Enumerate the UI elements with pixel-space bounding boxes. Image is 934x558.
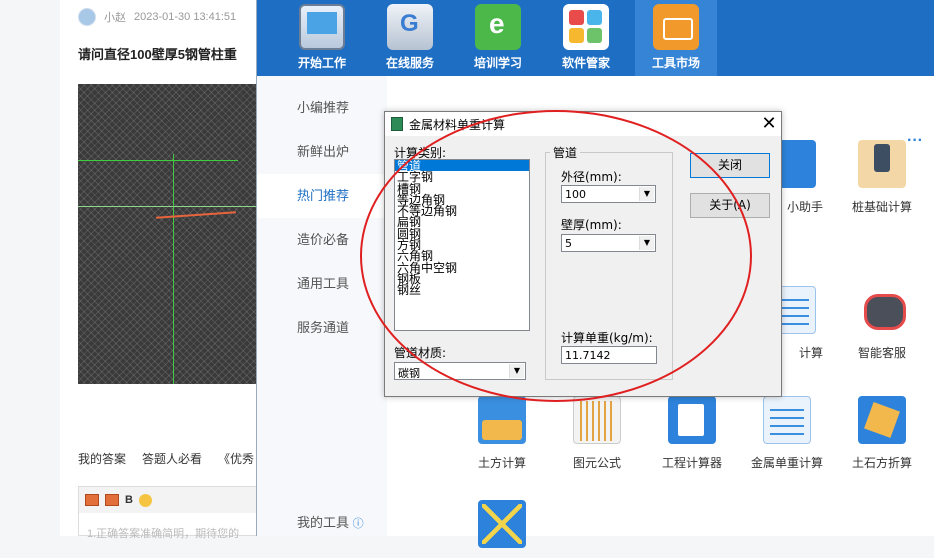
post-user[interactable]: 小赵 <box>104 9 126 25</box>
tool-label: 金属单重计算 <box>750 456 823 470</box>
editor-placeholder: 1.正确答案准确简明，期待您的 <box>87 528 240 540</box>
stone-convert-icon <box>858 396 906 444</box>
question-title[interactable]: 请问直径100壁厚5钢管柱重 <box>78 44 237 63</box>
material-value: 碳钢 <box>398 367 420 380</box>
top-nav-bar: 开始工作 在线服务 培训学习 软件管家 工具市场 <box>257 0 934 76</box>
chevron-down-icon[interactable]: ▼ <box>639 187 654 201</box>
unit-weight-value: 11.7142 <box>565 349 611 362</box>
outer-diameter-label: 外径(mm): <box>561 170 622 184</box>
about-button[interactable]: 关于(A) <box>690 193 770 218</box>
tool-label: 图元公式 <box>572 456 621 470</box>
category-sidebar: 小编推荐 新鲜出炉 热门推荐 造价必备 通用工具 服务通道 <box>257 76 387 536</box>
sidebar-item-cost-essential[interactable]: 造价必备 <box>257 218 387 262</box>
tool-earthwork[interactable]: 土方计算 <box>457 396 547 471</box>
metal-weight-icon <box>763 396 811 444</box>
tool-stone-convert[interactable]: 土石方折算 <box>837 396 927 471</box>
wall-thickness-value: 5 <box>565 237 572 250</box>
tab-my-answer[interactable]: 我的答案 <box>78 450 126 467</box>
emoji-icon[interactable] <box>138 493 152 507</box>
my-tools-link[interactable]: 我的工具 ⓘ <box>297 512 364 531</box>
dialog-titlebar[interactable]: 金属材料单重计算 ✕ <box>385 112 781 136</box>
nav-software-manager[interactable]: 软件管家 <box>545 0 627 76</box>
tool-label: 智能客服 <box>857 346 906 360</box>
tool-engineering-calculator[interactable]: 工程计算器 <box>647 396 737 471</box>
photo-line <box>173 154 174 384</box>
sidebar-item-general-tools[interactable]: 通用工具 <box>257 262 387 306</box>
tool-metal-weight[interactable]: 金属单重计算 <box>742 396 832 471</box>
calculator-app-icon <box>391 117 403 131</box>
sidebar-item-hot[interactable]: 热门推荐 <box>257 174 387 218</box>
image-icon[interactable] <box>85 494 99 506</box>
nav-label: 软件管家 <box>561 56 610 70</box>
robot-icon <box>858 286 906 334</box>
nav-label: 在线服务 <box>385 56 434 70</box>
tool-primitive-formula[interactable]: 图元公式 <box>552 396 642 471</box>
nav-tool-market[interactable]: 工具市场 <box>635 0 717 76</box>
calc-type-list[interactable]: 管道 工字钢 槽钢 等边角钢 不等边角钢 扁钢 圆钢 方钢 六角钢 六角中空钢 … <box>394 159 530 331</box>
info-icon: ⓘ <box>352 518 364 530</box>
tool-smart-service[interactable]: 智能客服 <box>837 286 927 361</box>
tool-label: 土石方折算 <box>851 456 912 470</box>
close-button[interactable]: 关闭 <box>690 153 770 178</box>
unit-weight-label: 计算单重(kg/m): <box>561 331 653 345</box>
question-photo[interactable] <box>78 84 260 384</box>
material-select[interactable]: 碳钢 ▼ <box>394 362 526 380</box>
photo-mesh <box>78 84 260 384</box>
post-header: 小赵 2023-01-30 13:41:51 <box>78 8 236 26</box>
tool-cross-grid[interactable] <box>457 500 547 558</box>
tool-label: 桩基础计算 <box>851 200 912 214</box>
outer-diameter-value: 100 <box>565 188 586 201</box>
outer-diameter-select[interactable]: 100 ▼ <box>561 185 656 203</box>
tool-label: 工程计算器 <box>661 456 722 470</box>
calculator-icon <box>668 396 716 444</box>
online-service-icon <box>387 4 433 50</box>
monitor-icon <box>299 4 345 50</box>
software-manager-icon <box>563 4 609 50</box>
toolbox-icon <box>653 4 699 50</box>
list-item[interactable]: 六角钢 <box>395 250 529 262</box>
chevron-down-icon[interactable]: ▼ <box>639 236 654 250</box>
metal-weight-dialog: 金属材料单重计算 ✕ 计算类别: 管道 工字钢 槽钢 等边角钢 不等边角钢 扁钢… <box>384 111 782 397</box>
pile-foundation-icon <box>858 140 906 188</box>
forum-page: 小赵 2023-01-30 13:41:51 请问直径100壁厚5钢管柱重 我的… <box>60 0 260 540</box>
nav-online-service[interactable]: 在线服务 <box>369 0 451 76</box>
list-item[interactable]: 钢丝 <box>395 284 529 296</box>
wall-thickness-select[interactable]: 5 ▼ <box>561 234 656 252</box>
my-tools-label: 我的工具 <box>297 515 350 530</box>
tool-pile-foundation[interactable]: 桩基础计算 <box>837 140 927 215</box>
ie-icon <box>475 4 521 50</box>
dialog-title: 金属材料单重计算 <box>409 118 506 132</box>
attachment-icon[interactable] <box>105 494 119 506</box>
avatar[interactable] <box>78 8 96 26</box>
close-icon[interactable]: ✕ <box>759 113 779 135</box>
ruler-icon <box>573 396 621 444</box>
cross-grid-icon <box>478 500 526 548</box>
nav-training[interactable]: 培训学习 <box>457 0 539 76</box>
wall-thickness-label: 壁厚(mm): <box>561 218 622 232</box>
bold-button[interactable]: B <box>125 494 133 506</box>
chevron-down-icon[interactable]: ▼ <box>509 364 524 378</box>
tab-answerer-guide[interactable]: 答题人必看 <box>142 450 202 467</box>
nav-label: 培训学习 <box>473 56 522 70</box>
photo-line <box>78 206 260 207</box>
nav-start-work[interactable]: 开始工作 <box>281 0 363 76</box>
photo-line <box>78 160 238 161</box>
groupbox-title: 管道 <box>550 144 581 161</box>
answer-tabs: 我的答案 答题人必看 《优秀 <box>78 450 254 467</box>
sidebar-item-editor-picks[interactable]: 小编推荐 <box>257 86 387 130</box>
tool-label: 土方计算 <box>477 456 526 470</box>
editor-toolbar: B <box>79 487 259 513</box>
list-item[interactable]: 工字钢 <box>395 171 529 183</box>
nav-label: 开始工作 <box>297 56 346 70</box>
sidebar-item-new[interactable]: 新鲜出炉 <box>257 130 387 174</box>
answer-editor[interactable]: B 1.正确答案准确简明，期待您的 <box>78 486 260 540</box>
material-label: 管道材质: <box>394 346 447 360</box>
earthwork-icon <box>478 396 526 444</box>
unit-weight-field[interactable]: 11.7142 <box>561 346 657 364</box>
tab-excellent[interactable]: 《优秀 <box>218 450 254 467</box>
nav-label: 工具市场 <box>651 56 700 70</box>
sidebar-item-service[interactable]: 服务通道 <box>257 306 387 350</box>
post-time: 2023-01-30 13:41:51 <box>134 11 237 23</box>
